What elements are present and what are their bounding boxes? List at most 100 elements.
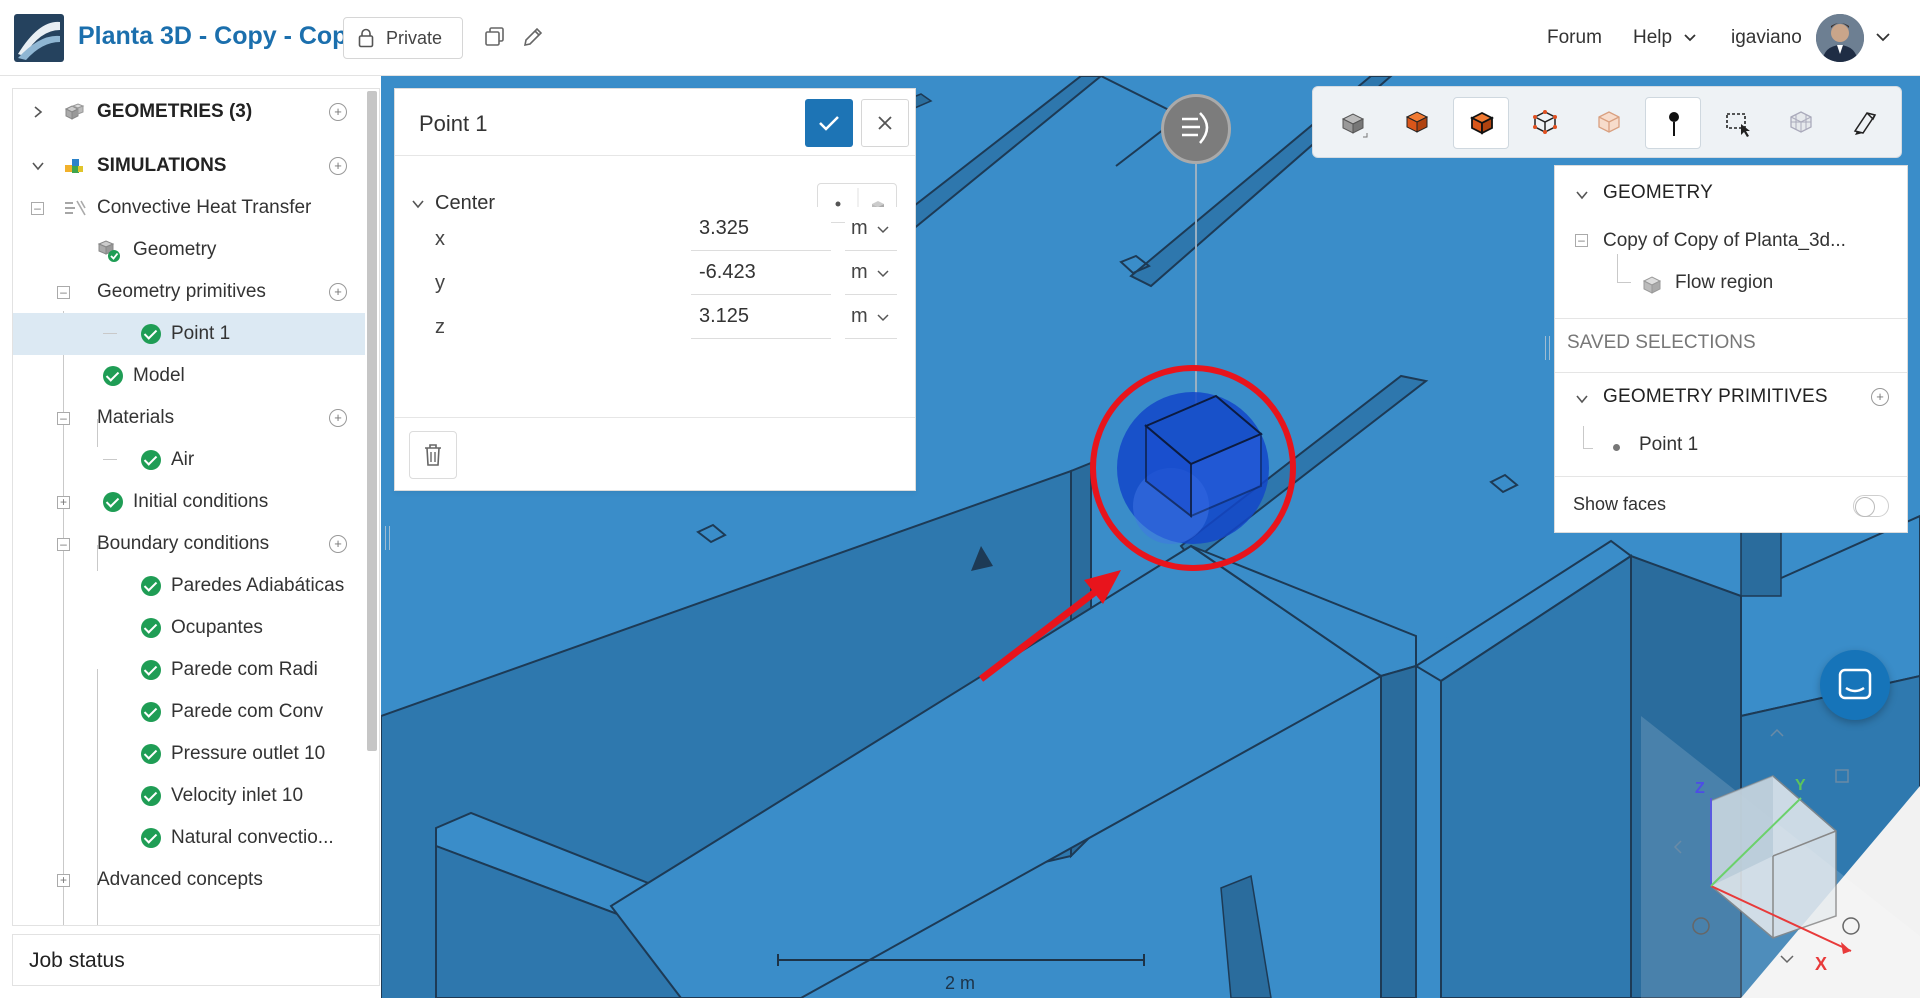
check-circle-icon bbox=[141, 660, 161, 680]
tree-air[interactable]: Air bbox=[13, 439, 365, 481]
mesh-cube-icon bbox=[1790, 111, 1812, 133]
panel-resize-handle[interactable] bbox=[1545, 336, 1550, 360]
coord-z-label: z bbox=[435, 316, 445, 338]
point-probe-button[interactable] bbox=[1645, 97, 1701, 149]
chat-support-button[interactable] bbox=[1820, 650, 1890, 720]
coord-z-input[interactable]: 3.125 bbox=[691, 295, 831, 339]
tree-boundary-item[interactable]: Parede com Conv bbox=[13, 691, 365, 733]
tree-model[interactable]: Model bbox=[13, 355, 365, 397]
show-faces-toggle[interactable] bbox=[1853, 495, 1889, 517]
tree-boundary-item[interactable]: Natural convectio... bbox=[13, 817, 365, 859]
coord-z-unit-select[interactable]: m bbox=[845, 295, 897, 339]
check-circle-icon bbox=[141, 786, 161, 806]
collapse-icon[interactable]: – bbox=[31, 201, 44, 215]
tree-materials[interactable]: – Materials + bbox=[13, 397, 365, 439]
add-geometry-icon[interactable]: + bbox=[329, 103, 347, 121]
delete-button[interactable] bbox=[409, 431, 457, 479]
point-1-item[interactable]: Point 1 bbox=[1555, 434, 1907, 462]
tree-boundary-conditions[interactable]: – Boundary conditions + bbox=[13, 523, 365, 565]
avatar[interactable] bbox=[1816, 14, 1864, 62]
point-properties-panel: Point 1 Center x 3.325 m y -6.423 m z 3.… bbox=[394, 88, 916, 491]
box-select-button[interactable] bbox=[1709, 97, 1765, 149]
check-icon bbox=[819, 116, 839, 131]
edit-pencil-icon[interactable] bbox=[522, 26, 544, 48]
confirm-button[interactable] bbox=[805, 99, 853, 147]
sidebar-resize-handle[interactable] bbox=[385, 526, 390, 550]
primitives-section-header[interactable]: GEOMETRY PRIMITIVES + bbox=[1555, 386, 1907, 414]
view-toolbar bbox=[1312, 86, 1902, 158]
help-menu[interactable]: Help bbox=[1633, 27, 1697, 49]
point-dot-icon bbox=[1613, 444, 1620, 451]
sidebar-scrollbar[interactable] bbox=[367, 91, 377, 751]
axis-x-label: X bbox=[1815, 954, 1828, 974]
flow-region-item[interactable]: Flow region bbox=[1555, 272, 1907, 300]
boundary-item-label: Ocupantes bbox=[171, 617, 263, 638]
chevron-right-icon bbox=[34, 106, 43, 118]
username[interactable]: igaviano bbox=[1731, 27, 1802, 49]
project-title[interactable]: Planta 3D - Copy - Copy bbox=[78, 22, 361, 51]
tree-advanced-concepts[interactable]: + Advanced concepts bbox=[13, 859, 365, 901]
tree-simulation-item[interactable]: – Convective Heat Transfer bbox=[13, 187, 365, 229]
tree-boundary-item[interactable]: Velocity inlet 10 bbox=[13, 775, 365, 817]
check-circle-icon bbox=[141, 828, 161, 848]
copy-icon[interactable] bbox=[484, 26, 506, 48]
point-label: Point 1 bbox=[171, 323, 231, 344]
tree-simulations[interactable]: SIMULATIONS + bbox=[13, 145, 365, 187]
close-button[interactable] bbox=[861, 99, 909, 147]
lock-icon bbox=[358, 28, 374, 48]
unit-label: m bbox=[851, 261, 868, 283]
chevron-down-icon[interactable] bbox=[411, 197, 425, 211]
saved-selections-header[interactable]: SAVED SELECTIONS bbox=[1555, 332, 1907, 360]
transparent-view-button[interactable] bbox=[1581, 97, 1637, 149]
boundary-conditions-label: Boundary conditions bbox=[97, 533, 270, 554]
solid-edges-view-button[interactable] bbox=[1453, 97, 1509, 149]
wireframe-view-button[interactable] bbox=[1517, 97, 1573, 149]
collapse-icon[interactable]: – bbox=[57, 537, 70, 551]
probe-icon[interactable] bbox=[1161, 94, 1231, 164]
collapse-icon[interactable]: – bbox=[1575, 234, 1588, 247]
tree-geometry[interactable]: Geometry bbox=[13, 229, 365, 271]
geometry-head: GEOMETRY bbox=[1603, 182, 1713, 203]
coord-x-unit-select[interactable]: m bbox=[845, 207, 897, 251]
coord-y-label: y bbox=[435, 272, 445, 294]
simulation-name: Convective Heat Transfer bbox=[97, 197, 312, 218]
mesh-view-button[interactable] bbox=[1773, 97, 1829, 149]
tree-geometry-primitives[interactable]: – Geometry primitives + bbox=[13, 271, 365, 313]
tree-boundary-item[interactable]: Pressure outlet 10 bbox=[13, 733, 365, 775]
add-simulation-icon[interactable]: + bbox=[329, 157, 347, 175]
user-menu-chevron-icon[interactable] bbox=[1875, 32, 1891, 44]
add-primitive-icon[interactable]: + bbox=[1871, 388, 1889, 406]
flow-region-cube-icon bbox=[1642, 276, 1662, 294]
collapse-icon[interactable]: – bbox=[57, 285, 70, 299]
tree-boundary-item[interactable]: Parede com Radi bbox=[13, 649, 365, 691]
tree-boundary-item[interactable]: Ocupantes bbox=[13, 607, 365, 649]
add-primitive-icon[interactable]: + bbox=[329, 283, 347, 301]
solid-view-button[interactable] bbox=[1389, 97, 1445, 149]
tree-initial-conditions[interactable]: + Initial conditions bbox=[13, 481, 365, 523]
axis-y-label: Y bbox=[1795, 777, 1806, 794]
tree-geometries[interactable]: GEOMETRIES (3) + bbox=[13, 91, 365, 133]
tree-point-1[interactable]: Point 1 bbox=[13, 313, 365, 355]
coord-x-input[interactable]: 3.325 bbox=[691, 207, 831, 251]
collapse-icon[interactable]: – bbox=[57, 411, 70, 425]
expand-icon[interactable]: + bbox=[57, 495, 70, 509]
expand-icon[interactable]: + bbox=[57, 873, 70, 887]
geometry-label: Geometry bbox=[133, 239, 217, 260]
geometry-item[interactable]: – Copy of Copy of Planta_3d... bbox=[1555, 230, 1907, 258]
coord-y-unit-select[interactable]: m bbox=[845, 251, 897, 295]
simscale-logo-icon[interactable] bbox=[14, 14, 64, 62]
add-boundary-condition-icon[interactable]: + bbox=[329, 535, 347, 553]
view-cube-button[interactable] bbox=[1325, 97, 1381, 149]
job-status-panel[interactable]: Job status bbox=[12, 934, 380, 986]
simulations-icon bbox=[65, 159, 83, 173]
tree-boundary-item[interactable]: Paredes Adiabáticas bbox=[13, 565, 365, 607]
geometry-section-header[interactable]: GEOMETRY bbox=[1555, 182, 1907, 210]
center-label: Center bbox=[435, 192, 496, 214]
privacy-button[interactable]: Private bbox=[343, 17, 463, 59]
coord-y-input[interactable]: -6.423 bbox=[691, 251, 831, 295]
section-cut-button[interactable] bbox=[1837, 97, 1893, 149]
user-photo-icon bbox=[1816, 14, 1864, 62]
chevron-down-icon bbox=[877, 270, 889, 278]
add-material-icon[interactable]: + bbox=[329, 409, 347, 427]
forum-link[interactable]: Forum bbox=[1547, 27, 1602, 49]
